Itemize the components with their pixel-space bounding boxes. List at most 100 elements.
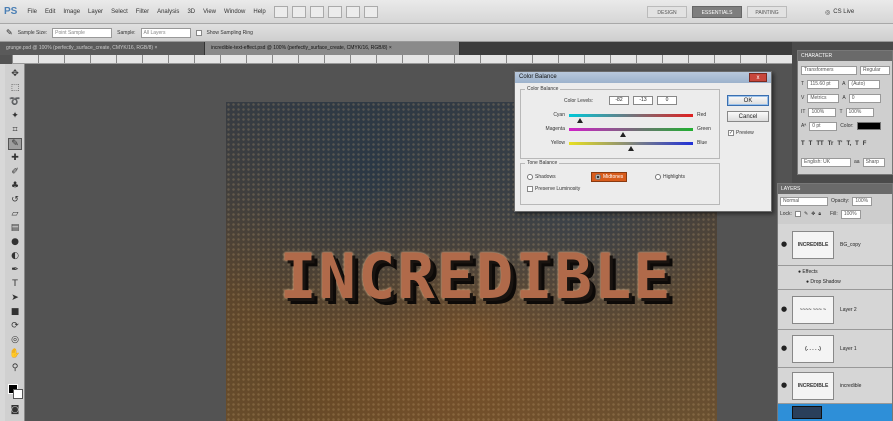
tracking-field[interactable]: 0 (848, 93, 881, 103)
sample-select[interactable]: All Layers (140, 27, 191, 38)
marquee-tool-icon[interactable]: ⬚ (8, 82, 22, 94)
horizontal-scale-field[interactable]: 100% (845, 107, 874, 117)
sample-size-select[interactable]: Point Sample (52, 27, 113, 38)
lasso-tool-icon[interactable]: ➰ (8, 96, 22, 108)
visibility-eye-icon[interactable]: ● (781, 305, 787, 313)
radio-midtones[interactable] (595, 174, 601, 180)
magenta-green-slider-track[interactable] (569, 128, 693, 131)
visibility-eye-icon[interactable]: ● (781, 240, 787, 248)
cyan-red-slider-thumb[interactable] (577, 118, 584, 123)
color-level-cyan-red[interactable]: -82 (609, 96, 629, 105)
small-caps-button[interactable]: Tr (828, 141, 834, 147)
zoom-level-button[interactable] (327, 5, 342, 18)
anti-alias-select[interactable]: Sharp (862, 157, 885, 167)
dodge-tool-icon[interactable]: ◐ (8, 250, 22, 262)
menu-image[interactable]: Image (63, 9, 80, 15)
vertical-scale-field[interactable]: 100% (808, 107, 837, 117)
menu-analysis[interactable]: Analysis (157, 9, 179, 15)
preview-checkbox[interactable]: ✓ (728, 130, 734, 136)
tone-midtones-option[interactable]: Midtones (591, 172, 628, 182)
opacity-field[interactable]: 100% (852, 196, 873, 206)
shape-tool-icon[interactable]: ■ (8, 306, 22, 318)
lock-all-icon[interactable]: 🔒︎ (818, 211, 821, 217)
menu-window[interactable]: Window (224, 9, 245, 15)
yellow-blue-slider-track[interactable] (569, 142, 693, 145)
underline-button[interactable]: T (855, 141, 859, 147)
show-ring-checkbox[interactable] (195, 29, 202, 36)
layer-row-selected[interactable] (778, 404, 892, 421)
healing-brush-icon[interactable]: ✚ (8, 152, 22, 164)
dialog-title-bar[interactable]: Color Balance x (515, 72, 771, 83)
history-brush-icon[interactable]: ↺ (8, 194, 22, 206)
lock-transparent-button[interactable] (794, 211, 801, 217)
doc-tab-incredible[interactable]: incredible-text-effect.psd @ 100% (perfe… (205, 42, 460, 55)
3d-rotate-icon[interactable]: ⟳ (8, 320, 22, 332)
menu-filter[interactable]: Filter (136, 9, 149, 15)
drop-shadow-label[interactable]: ● Drop Shadow (806, 279, 841, 285)
ok-button[interactable]: OK (727, 95, 769, 106)
zoom-tool-icon[interactable]: ⚲ (8, 362, 22, 374)
cancel-button[interactable]: Cancel (727, 111, 769, 122)
strikethrough-button[interactable]: F (863, 141, 867, 147)
layer-name[interactable]: Layer 1 (840, 346, 857, 352)
magenta-green-slider-thumb[interactable] (619, 132, 626, 137)
menu-file[interactable]: File (27, 9, 37, 15)
cs-live-button[interactable]: ◎ CS Live (825, 6, 854, 18)
faux-bold-button[interactable]: T (801, 141, 805, 147)
workspace-essentials[interactable]: ESSENTIALS (692, 6, 742, 18)
preserve-luminosity-checkbox[interactable] (527, 186, 533, 192)
quick-select-tool-icon[interactable]: ✦ (8, 110, 22, 122)
workspace-painting[interactable]: PAINTING (747, 6, 787, 18)
text-color-swatch[interactable] (856, 122, 881, 130)
quick-mask-icon[interactable]: ◙ (8, 404, 22, 416)
layer-row-layer1[interactable]: ● (. . . . .) Layer 1 (778, 330, 892, 368)
bridge-button[interactable] (273, 5, 288, 18)
radio-highlights[interactable] (655, 174, 661, 180)
pen-tool-icon[interactable]: ✒ (8, 264, 22, 276)
kerning-field[interactable]: Metrics (807, 93, 840, 103)
gradient-tool-icon[interactable]: ▤ (8, 222, 22, 234)
lock-pixels-icon[interactable]: ✎ (804, 211, 808, 217)
move-tool-icon[interactable]: ✥ (8, 68, 22, 80)
screen-mode-button[interactable] (363, 5, 378, 18)
background-color-swatch[interactable] (13, 389, 23, 399)
all-caps-button[interactable]: TT (816, 141, 823, 147)
brush-tool-icon[interactable]: ✐ (8, 166, 22, 178)
tone-shadows-option[interactable]: Shadows (527, 174, 556, 180)
mini-bridge-button[interactable] (291, 5, 306, 18)
layer-name[interactable]: BG_copy (840, 242, 861, 248)
arrange-documents-button[interactable] (345, 5, 360, 18)
tone-highlights-option[interactable]: Highlights (655, 174, 685, 180)
faux-italic-button[interactable]: T (809, 141, 813, 147)
clone-stamp-icon[interactable]: ♣ (8, 180, 22, 192)
preview-option[interactable]: ✓ Preview (728, 130, 754, 136)
layer-name[interactable]: Layer 2 (840, 307, 857, 313)
layer-row-incredible[interactable]: ● INCREDIBLE incredible (778, 368, 892, 404)
font-size-field[interactable]: 115.60 pt (807, 79, 840, 89)
baseline-shift-field[interactable]: 0 pt (809, 121, 838, 131)
layers-panel-title[interactable]: LAYERS (778, 184, 892, 194)
menu-help[interactable]: Help (253, 9, 265, 15)
menu-edit[interactable]: Edit (45, 9, 55, 15)
blur-tool-icon[interactable]: ● (8, 236, 22, 248)
visibility-eye-icon[interactable]: ● (781, 344, 787, 352)
font-style-select[interactable]: Regular (860, 65, 890, 75)
layer-name[interactable]: incredible (840, 383, 861, 389)
language-select[interactable]: English: UK (801, 157, 851, 167)
3d-orbit-icon[interactable]: ◎ (8, 334, 22, 346)
menu-3d[interactable]: 3D (187, 9, 195, 15)
subscript-button[interactable]: T, (846, 141, 851, 147)
dialog-close-button[interactable]: x (749, 73, 767, 82)
doc-tab-grunge[interactable]: grunge.psd @ 100% (perfectly_surface_cre… (0, 42, 205, 55)
hand-tool-icon[interactable]: ✋ (8, 348, 22, 360)
yellow-blue-slider-thumb[interactable] (628, 146, 634, 151)
view-extras-button[interactable] (309, 5, 324, 18)
leading-field[interactable]: (Auto) (848, 79, 881, 89)
workspace-design[interactable]: DESIGN (647, 6, 687, 18)
cyan-red-slider-track[interactable] (569, 114, 693, 117)
preserve-luminosity-option[interactable]: Preserve Luminosity (527, 186, 580, 192)
visibility-eye-icon[interactable]: ● (781, 381, 787, 389)
eraser-tool-icon[interactable]: ▱ (8, 208, 22, 220)
superscript-button[interactable]: T' (837, 141, 842, 147)
color-level-magenta-green[interactable]: -13 (633, 96, 653, 105)
